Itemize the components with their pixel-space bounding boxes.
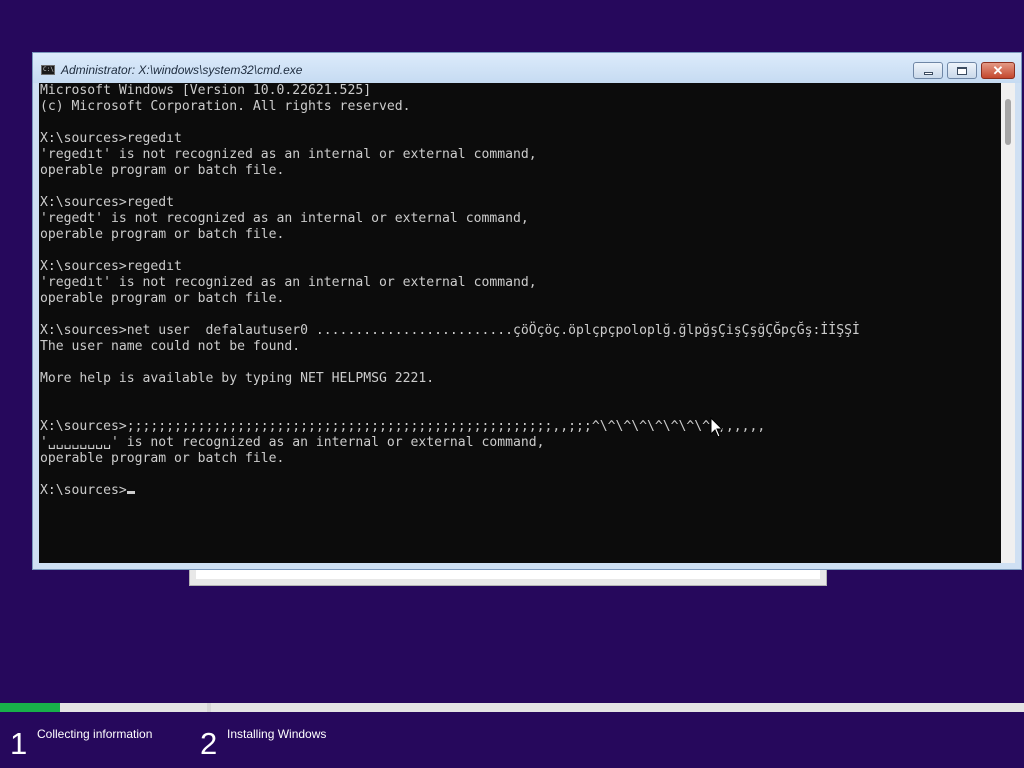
minimize-icon <box>923 71 933 75</box>
terminal-line: X:\sources>regedt <box>40 195 175 210</box>
terminal-line: The user name could not be found. <box>40 339 301 354</box>
terminal-line: operable program or batch file. <box>40 227 285 242</box>
cmd-icon-text: C:\ <box>43 66 54 73</box>
terminal-line: operable program or batch file. <box>40 451 285 466</box>
terminal-line: operable program or batch file. <box>40 291 285 306</box>
terminal-line: 'regedıt' is not recognized as an intern… <box>40 147 537 162</box>
step-label: Installing Windows <box>227 727 327 741</box>
progress-segment-collecting <box>0 703 207 712</box>
terminal-line: X:\sources>regedıt <box>40 131 182 146</box>
maximize-icon <box>957 66 967 75</box>
terminal-line: X:\sources> <box>40 483 1001 499</box>
terminal-line: '␣␣␣␣␣␣␣␣' is not recognized as an inter… <box>40 435 545 450</box>
step-label: Collecting information <box>37 727 153 741</box>
mouse-pointer-icon <box>710 417 724 438</box>
terminal-line: Microsoft Windows [Version 10.0.22621.52… <box>40 83 372 98</box>
terminal-line: operable program or batch file. <box>40 163 285 178</box>
progress-fill <box>0 703 61 712</box>
cmd-window[interactable]: C:\ Administrator: X:\windows\system32\c… <box>32 52 1022 570</box>
step-number: 2 <box>200 726 218 761</box>
text-cursor <box>126 491 135 494</box>
vertical-scrollbar[interactable] <box>1001 83 1015 563</box>
window-title: Administrator: X:\windows\system32\cmd.e… <box>61 63 303 77</box>
setup-progress-bar <box>0 703 1024 712</box>
close-button[interactable]: ✕ <box>981 62 1015 79</box>
close-icon: ✕ <box>992 63 1004 78</box>
cmd-icon[interactable]: C:\ <box>41 65 55 75</box>
terminal-output[interactable]: Microsoft Windows [Version 10.0.22621.52… <box>39 83 1001 563</box>
maximize-button[interactable] <box>947 62 977 79</box>
terminal-line: More help is available by typing NET HEL… <box>40 371 435 386</box>
title-bar[interactable]: C:\ Administrator: X:\windows\system32\c… <box>33 53 1021 83</box>
terminal-lines: Microsoft Windows [Version 10.0.22621.52… <box>39 83 1001 499</box>
step-number: 1 <box>10 726 28 761</box>
terminal-line: X:\sources>net user defalautuser0 ......… <box>40 323 860 338</box>
terminal-line: 'regedıt' is not recognized as an intern… <box>40 275 537 290</box>
terminal-line: X:\sources>;;;;;;;;;;;;;;;;;;;;;;;;;;;;;… <box>40 419 766 434</box>
terminal-line: X:\sources>regedıt <box>40 259 182 274</box>
scrollbar-thumb[interactable] <box>1005 99 1011 145</box>
terminal-line: (c) Microsoft Corporation. All rights re… <box>40 99 411 114</box>
minimize-button[interactable] <box>913 62 943 79</box>
terminal-line: 'regedt' is not recognized as an interna… <box>40 211 529 226</box>
progress-segment-installing <box>211 703 1024 712</box>
